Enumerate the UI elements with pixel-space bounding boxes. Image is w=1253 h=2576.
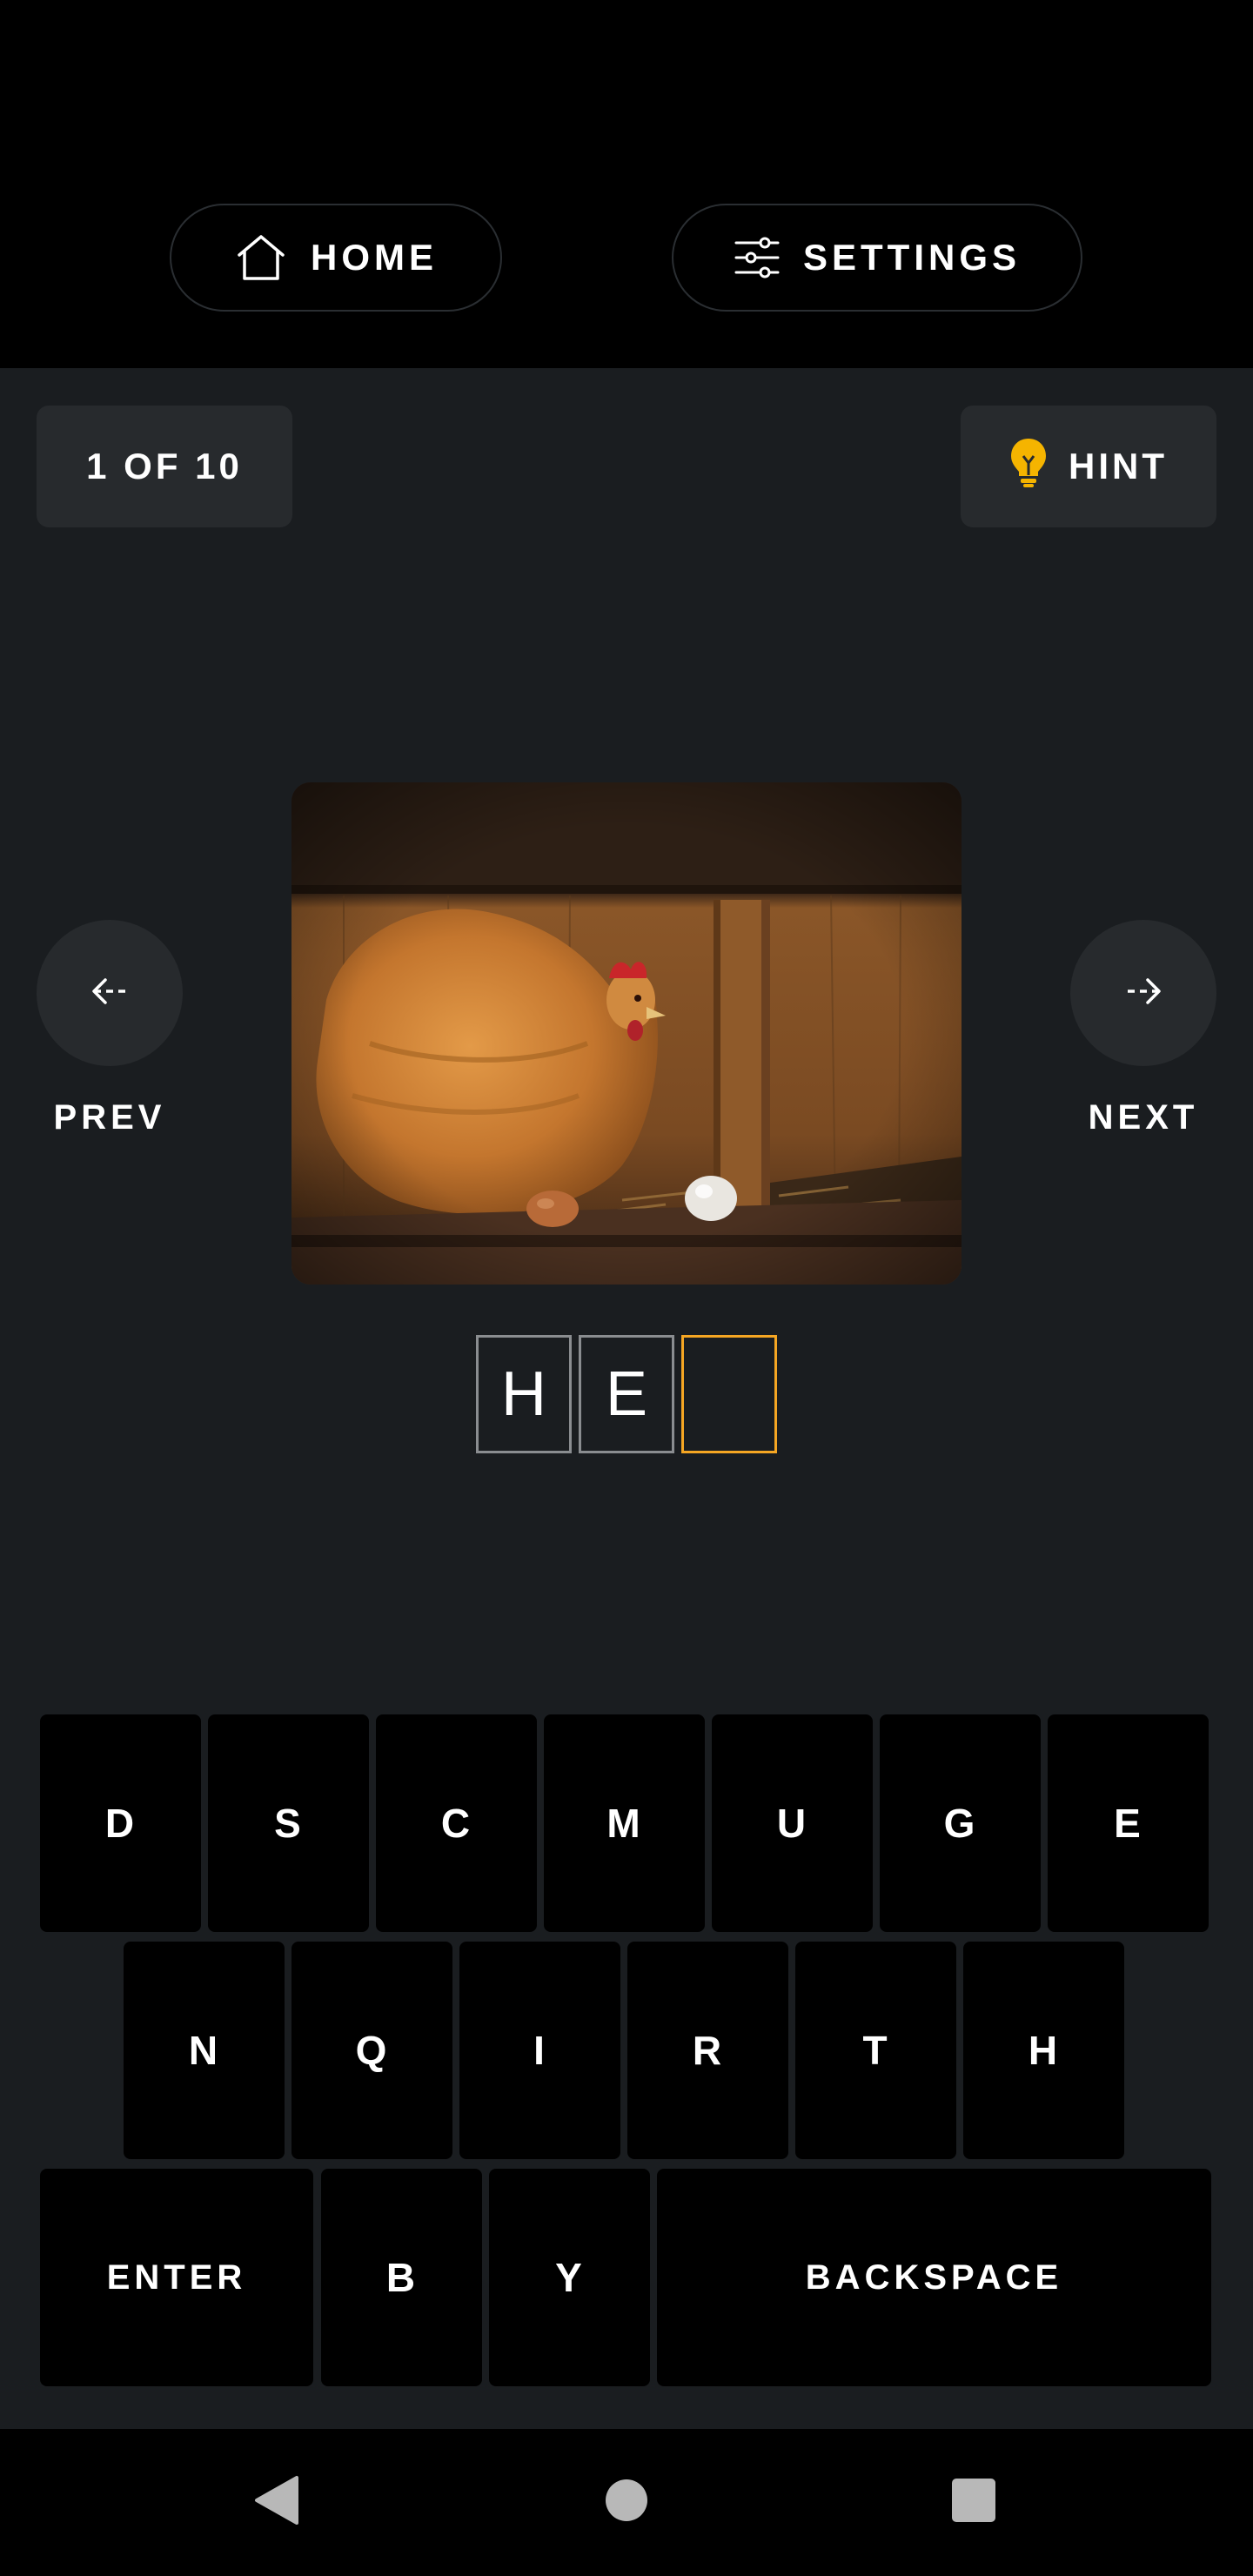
- hen-illustration: [291, 782, 962, 1285]
- key-b[interactable]: B: [321, 2169, 482, 2386]
- answer-slots: H E: [0, 1335, 1253, 1453]
- answer-slot-active[interactable]: [681, 1335, 777, 1453]
- key-s[interactable]: S: [208, 1714, 369, 1932]
- key-t[interactable]: T: [795, 1942, 956, 2159]
- question-counter-label: 1 OF 10: [86, 446, 243, 486]
- key-r[interactable]: R: [627, 1942, 788, 2159]
- key-g[interactable]: G: [880, 1714, 1041, 1932]
- system-recents-button[interactable]: [904, 2429, 1043, 2576]
- prev-button[interactable]: [37, 920, 183, 1066]
- next-button[interactable]: [1070, 920, 1216, 1066]
- settings-button[interactable]: SETTINGS: [672, 204, 1082, 312]
- home-icon: [234, 232, 288, 283]
- home-button-label: HOME: [311, 237, 438, 278]
- hint-button[interactable]: HINT: [961, 406, 1216, 527]
- arrow-left-icon: [90, 976, 130, 1011]
- key-u[interactable]: U: [712, 1714, 873, 1932]
- key-d[interactable]: D: [40, 1714, 201, 1932]
- key-c[interactable]: C: [376, 1714, 537, 1932]
- key-i[interactable]: I: [459, 1942, 620, 2159]
- answer-slot[interactable]: E: [579, 1335, 674, 1453]
- key-q[interactable]: Q: [291, 1942, 452, 2159]
- key-e[interactable]: E: [1048, 1714, 1209, 1932]
- enter-key[interactable]: ENTER: [40, 2169, 313, 2386]
- prev-label: PREV: [53, 1098, 166, 1137]
- system-nav-bar: [0, 2429, 1253, 2576]
- top-bar: HOME SETTINGS: [0, 0, 1253, 368]
- back-triangle-icon: [253, 2474, 300, 2531]
- lightbulb-icon: [1009, 437, 1048, 496]
- home-circle-icon: [604, 2478, 649, 2527]
- sliders-icon: [734, 236, 781, 279]
- key-n[interactable]: N: [124, 1942, 285, 2159]
- puzzle-image: [291, 782, 962, 1285]
- system-back-button[interactable]: [207, 2429, 346, 2576]
- answer-slot[interactable]: H: [476, 1335, 572, 1453]
- key-h[interactable]: H: [963, 1942, 1124, 2159]
- recents-square-icon: [951, 2478, 996, 2527]
- settings-button-label: SETTINGS: [802, 237, 1022, 278]
- question-counter: 1 OF 10: [37, 406, 292, 527]
- key-y[interactable]: Y: [489, 2169, 650, 2386]
- key-m[interactable]: M: [544, 1714, 705, 1932]
- arrow-right-icon: [1123, 976, 1163, 1011]
- home-button[interactable]: HOME: [170, 204, 502, 312]
- backspace-key[interactable]: BACKSPACE: [657, 2169, 1211, 2386]
- next-label: NEXT: [1088, 1098, 1199, 1137]
- hint-button-label: HINT: [1069, 446, 1168, 486]
- system-home-button[interactable]: [557, 2429, 696, 2576]
